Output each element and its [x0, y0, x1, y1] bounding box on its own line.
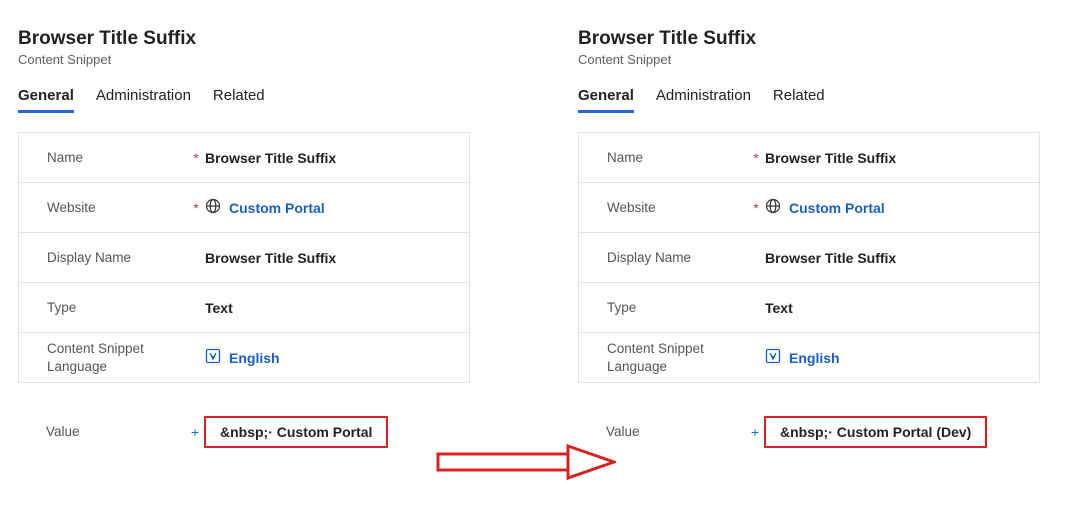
globe-icon	[205, 198, 221, 217]
entity-type-label: Content Snippet	[578, 52, 1040, 67]
field-row-displayname: Display Name Browser Title Suffix	[579, 233, 1039, 283]
tab-related[interactable]: Related	[213, 83, 265, 113]
tabs: General Administration Related	[18, 83, 470, 114]
website-label: Website	[607, 199, 747, 217]
field-row-type: Type Text	[579, 283, 1039, 333]
left-panel: Browser Title Suffix Content Snippet Gen…	[0, 0, 480, 509]
required-indicator: *	[187, 200, 205, 216]
language-label: Content Snippet Language	[607, 340, 747, 375]
tab-general[interactable]: General	[578, 83, 634, 113]
website-value-text: Custom Portal	[229, 200, 325, 216]
displayname-label: Display Name	[607, 249, 747, 267]
recommended-indicator: +	[186, 424, 204, 440]
tab-related[interactable]: Related	[773, 83, 825, 113]
field-row-type: Type Text	[19, 283, 469, 333]
name-value[interactable]: Browser Title Suffix	[765, 150, 1029, 166]
field-row-value: Value + &nbsp;· Custom Portal (Dev)	[578, 407, 1040, 457]
field-row-name: Name * Browser Title Suffix	[579, 133, 1039, 183]
page-title: Browser Title Suffix	[18, 28, 470, 50]
type-value[interactable]: Text	[765, 300, 1029, 316]
field-row-website: Website * Custom Portal	[19, 183, 469, 233]
language-value[interactable]: English	[765, 348, 1029, 367]
value-field-highlight: &nbsp;· Custom Portal	[204, 416, 388, 448]
tab-administration[interactable]: Administration	[656, 83, 751, 113]
value-label: Value	[606, 423, 746, 441]
field-row-language: Content Snippet Language English	[579, 333, 1039, 383]
field-group: Name * Browser Title Suffix Website * Cu…	[18, 132, 470, 383]
field-group: Name * Browser Title Suffix Website * Cu…	[578, 132, 1040, 383]
website-label: Website	[47, 199, 187, 217]
field-row-website: Website * Custom Portal	[579, 183, 1039, 233]
website-value[interactable]: Custom Portal	[205, 198, 459, 217]
field-row-language: Content Snippet Language English	[19, 333, 469, 383]
field-row-displayname: Display Name Browser Title Suffix	[19, 233, 469, 283]
language-icon	[205, 348, 221, 367]
name-label: Name	[47, 149, 187, 167]
field-row-name: Name * Browser Title Suffix	[19, 133, 469, 183]
globe-icon	[765, 198, 781, 217]
recommended-indicator: +	[746, 424, 764, 440]
value-field-highlight: &nbsp;· Custom Portal (Dev)	[764, 416, 987, 448]
type-label: Type	[47, 299, 187, 317]
tab-general[interactable]: General	[18, 83, 74, 113]
entity-type-label: Content Snippet	[18, 52, 470, 67]
name-label: Name	[607, 149, 747, 167]
displayname-label: Display Name	[47, 249, 187, 267]
type-label: Type	[607, 299, 747, 317]
language-value[interactable]: English	[205, 348, 459, 367]
displayname-value[interactable]: Browser Title Suffix	[205, 250, 459, 266]
language-value-text: English	[229, 350, 280, 366]
tabs: General Administration Related	[578, 83, 1040, 114]
language-value-text: English	[789, 350, 840, 366]
field-row-value: Value + &nbsp;· Custom Portal	[18, 407, 470, 457]
displayname-value[interactable]: Browser Title Suffix	[765, 250, 1029, 266]
language-label: Content Snippet Language	[47, 340, 187, 375]
website-value-text: Custom Portal	[789, 200, 885, 216]
page-title: Browser Title Suffix	[578, 28, 1040, 50]
value-label: Value	[46, 423, 186, 441]
required-indicator: *	[187, 150, 205, 166]
tab-administration[interactable]: Administration	[96, 83, 191, 113]
required-indicator: *	[747, 200, 765, 216]
type-value[interactable]: Text	[205, 300, 459, 316]
right-panel: Browser Title Suffix Content Snippet Gen…	[560, 0, 1050, 509]
language-icon	[765, 348, 781, 367]
website-value[interactable]: Custom Portal	[765, 198, 1029, 217]
name-value[interactable]: Browser Title Suffix	[205, 150, 459, 166]
required-indicator: *	[747, 150, 765, 166]
